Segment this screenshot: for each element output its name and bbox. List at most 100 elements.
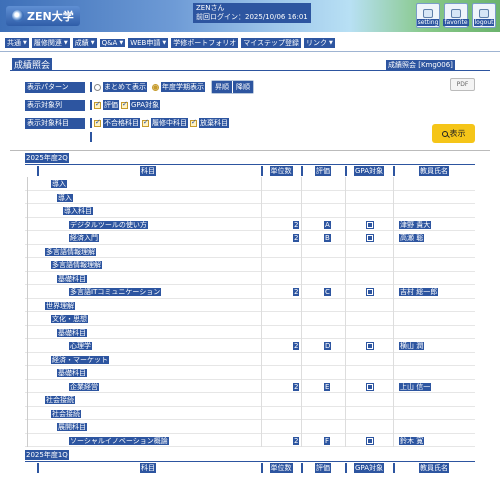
logout-button[interactable]: logout	[472, 3, 496, 28]
category-name: 基礎科目	[57, 328, 87, 337]
favorite-button[interactable]: favorite	[443, 3, 469, 28]
radio-all[interactable]	[94, 83, 101, 91]
setting-label: setting	[416, 19, 440, 26]
caret-down-icon: ▼	[119, 39, 124, 46]
column-line	[261, 177, 262, 447]
order-desc-button[interactable]: 降順	[232, 81, 253, 93]
column-separator	[301, 463, 303, 473]
header-teacher[interactable]: 教員氏名	[393, 463, 475, 473]
category-name: 展開科目	[57, 423, 87, 431]
header-label: 単位数	[269, 463, 293, 473]
category-name: 導入科目	[63, 207, 93, 215]
column-grade-option[interactable]: 評価	[94, 100, 119, 110]
user-name: ZENさん	[196, 4, 225, 12]
gpa-check-icon	[366, 288, 374, 296]
header-gpa[interactable]: GPA対象	[345, 166, 393, 176]
checkbox-failed[interactable]	[94, 118, 101, 127]
column-gpa-option[interactable]: GPA対象	[121, 100, 160, 110]
header-subject[interactable]: 科目	[37, 463, 259, 473]
header-credits[interactable]: 単位数	[261, 166, 301, 176]
column-line	[301, 177, 302, 447]
category-name: 社会接続	[45, 396, 75, 404]
category-name: 基礎科目	[57, 369, 87, 377]
show-button[interactable]: 表示	[432, 124, 475, 143]
pattern-term-option[interactable]: 年度学期表示	[152, 82, 205, 92]
filter-pattern-row: 表示パターン	[25, 81, 85, 93]
option-label: 不合格科目	[103, 118, 140, 128]
nav-mystep[interactable]: マイステップ登録	[241, 37, 302, 48]
subject-failed-option[interactable]: 不合格科目	[94, 118, 140, 128]
column-separator	[37, 166, 39, 176]
nav-label: 成績	[74, 38, 89, 47]
category-name: 経済・マーケット	[51, 355, 109, 364]
option-label: 履修中科目	[151, 118, 188, 128]
header-subject[interactable]: 科目	[37, 166, 259, 176]
search-icon	[441, 130, 448, 137]
table-row: 基礎科目	[25, 366, 475, 380]
order-asc-button[interactable]: 昇順	[212, 81, 232, 93]
gpa-check-icon	[366, 382, 374, 391]
star-icon	[451, 9, 461, 18]
grade-value: D	[324, 342, 332, 350]
pdf-button[interactable]: PDF	[450, 78, 475, 91]
subject-name: 経済入門	[69, 234, 99, 242]
column-separator	[345, 463, 347, 473]
header-grade[interactable]: 評価	[301, 166, 345, 176]
header-grade[interactable]: 評価	[301, 463, 345, 473]
header-label: 教員氏名	[419, 463, 449, 473]
filter-subjects-row: 表示対象科目	[25, 117, 85, 129]
radio-term[interactable]	[152, 83, 159, 91]
checkbox-gpa[interactable]	[121, 100, 128, 109]
caret-down-icon: ▼	[329, 39, 333, 46]
logo-text: ZEN大学	[27, 10, 74, 23]
checkbox-abandoned[interactable]	[190, 118, 197, 127]
nav-label: Q&A	[101, 38, 118, 47]
gpa-check-icon	[366, 436, 374, 445]
header-credits[interactable]: 単位数	[261, 463, 301, 473]
columns-controls: 評価 GPA対象	[90, 99, 160, 111]
nav-grades[interactable]: 成績 ▼	[72, 37, 97, 48]
term-label: 2025年度2Q	[25, 153, 69, 163]
category-name: 基礎科目	[57, 274, 87, 283]
table-row: 社会接続	[25, 393, 475, 407]
subject-name: デジタルツールの使い方	[69, 220, 148, 229]
subject-current-option[interactable]: 履修中科目	[142, 118, 188, 128]
category-name: 多言語情報理解	[51, 261, 102, 269]
category-name: 世界理解	[45, 301, 75, 310]
nav-registration[interactable]: 履修関連 ▼	[31, 37, 70, 48]
nav-label: リンク	[306, 38, 328, 47]
subject-abandoned-option[interactable]: 放棄科目	[190, 118, 229, 128]
nav-portfolio[interactable]: 学修ポートフォリオ	[171, 37, 239, 48]
nav-label: マイステップ登録	[243, 38, 300, 47]
main-nav: 共通 ▼ 履修関連 ▼ 成績 ▼ Q&A ▼ WEB申請 ▼ 学修ポートフォリオ マイステ…	[0, 34, 500, 52]
checkbox-current[interactable]	[142, 118, 149, 127]
nav-qa[interactable]: Q&A ▼	[99, 38, 126, 47]
option-label: GPA対象	[130, 100, 160, 110]
table-row: 文化・思想	[25, 312, 475, 326]
teacher-name: 吉村 総一郎	[399, 288, 439, 296]
pattern-all-option[interactable]: まとめて表示	[94, 82, 147, 92]
column-line	[345, 177, 346, 447]
header-gpa[interactable]: GPA対象	[345, 463, 393, 473]
table-row: 多言語情報理解	[25, 245, 475, 258]
header-label: 単位数	[269, 166, 293, 176]
table-row: 社会接続	[25, 407, 475, 420]
gear-icon	[423, 9, 433, 18]
logo[interactable]: ZEN大学	[6, 6, 80, 26]
checkbox-grade[interactable]	[94, 100, 101, 109]
subject-name: ソーシャルイノベーション概論	[69, 436, 169, 445]
last-login: 前回ログイン：2025/10/06 16:01	[196, 13, 308, 21]
setting-button[interactable]: setting	[416, 3, 440, 28]
breadcrumb: 成績照会 [Kmg006]	[386, 60, 455, 70]
column-separator	[261, 166, 263, 176]
nav-web-application[interactable]: WEB申請 ▼	[128, 37, 169, 48]
order-toggle: 昇順 降順	[211, 80, 254, 94]
nav-common[interactable]: 共通 ▼	[5, 37, 29, 48]
column-separator	[393, 166, 395, 176]
nav-links[interactable]: リンク ▼	[304, 37, 335, 48]
header-teacher[interactable]: 教員氏名	[393, 166, 475, 176]
table-row: デジタルツールの使い方 2 A 津野 貴大	[25, 218, 475, 231]
table-row: 導入	[25, 191, 475, 204]
category-name: 導入	[51, 180, 67, 188]
option-label: まとめて表示	[103, 82, 147, 92]
